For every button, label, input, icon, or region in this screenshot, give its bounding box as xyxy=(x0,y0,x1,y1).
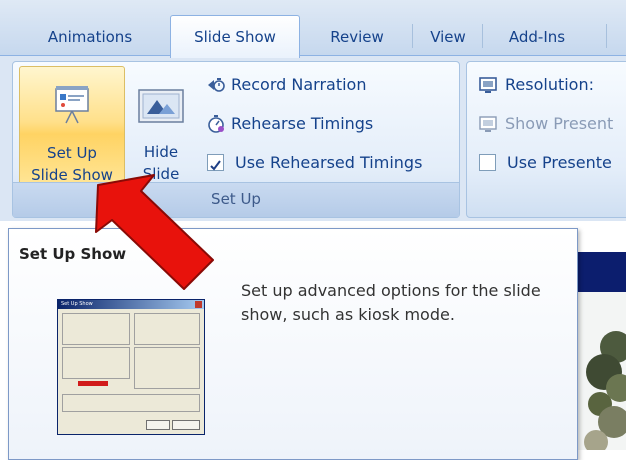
dialog-section-box xyxy=(134,313,200,345)
set-up-group: Set Up Slide Show Hide Slide Record Narr… xyxy=(12,61,460,218)
slide-photo xyxy=(576,292,626,454)
dialog-section-box xyxy=(62,394,200,412)
resolution-label: Resolution: xyxy=(505,75,594,94)
record-narration-label: Record Narration xyxy=(231,75,367,94)
microphone-icon xyxy=(208,78,225,92)
monitor-icon xyxy=(479,77,497,93)
slide-background xyxy=(576,252,626,292)
tooltip-description: Set up advanced options for the slide sh… xyxy=(241,281,541,324)
stopwatch-icon xyxy=(208,115,224,133)
checkbox-checked[interactable] xyxy=(207,154,224,171)
close-icon xyxy=(195,301,202,308)
tab-animations[interactable]: Animations xyxy=(20,20,160,55)
rehearse-timings-label: Rehearse Timings xyxy=(231,114,374,133)
pen-color-swatch xyxy=(78,381,108,386)
projector-screen-icon xyxy=(55,86,89,124)
set-up-slide-show-label-1: Set Up xyxy=(47,144,97,162)
dialog-ok-button xyxy=(146,420,170,430)
dialog-title-bar: Set Up Show xyxy=(58,300,204,309)
dialog-preview-image: Set Up Show xyxy=(57,299,205,435)
tab-separator xyxy=(606,24,607,48)
checkbox-unchecked[interactable] xyxy=(479,154,496,171)
dialog-section-box xyxy=(62,347,130,379)
checkmark-icon xyxy=(210,160,221,171)
dialog-title: Set Up Show xyxy=(61,301,93,307)
tab-view[interactable]: View xyxy=(418,20,478,55)
hide-slide-icon xyxy=(138,89,184,123)
tooltip-title: Set Up Show xyxy=(19,245,127,263)
tab-review[interactable]: Review xyxy=(312,20,402,55)
monitors-group: Resolution: Show Present Use Presente xyxy=(466,61,626,218)
hide-slide-button[interactable]: Hide Slide xyxy=(129,66,193,188)
ribbon-tab-strip: Animations Slide Show Review View Add-In… xyxy=(0,0,626,58)
use-rehearsed-timings-label: Use Rehearsed Timings xyxy=(235,153,423,172)
dialog-section-box xyxy=(62,313,130,345)
set-up-slide-show-button[interactable]: Set Up Slide Show xyxy=(19,66,125,190)
ribbon-panel: Set Up Slide Show Hide Slide Record Narr… xyxy=(0,55,626,221)
monitor-icon xyxy=(479,116,497,132)
use-presenter-view-label: Use Presente xyxy=(507,153,612,172)
tab-separator xyxy=(482,24,483,48)
tab-slide-show[interactable]: Slide Show xyxy=(170,15,300,58)
dialog-section-box xyxy=(134,347,200,389)
tree-photo-image xyxy=(576,292,626,454)
show-presentation-on-label: Show Present xyxy=(505,114,614,133)
tab-separator xyxy=(412,24,413,48)
tab-add-ins[interactable]: Add-Ins xyxy=(492,20,582,55)
dialog-cancel-button xyxy=(172,420,200,430)
hide-slide-label-2: Slide xyxy=(142,165,180,183)
tooltip-set-up-show: Set Up Show Set up advanced options for … xyxy=(8,228,578,460)
hide-slide-label-1: Hide xyxy=(143,143,179,161)
set-up-group-label: Set Up xyxy=(13,182,459,217)
